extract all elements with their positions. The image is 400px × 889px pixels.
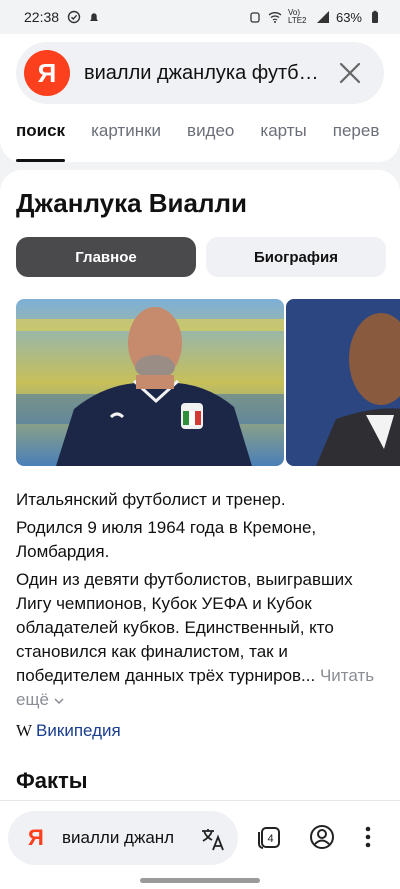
tab-count: 4 — [267, 833, 273, 845]
tabs-icon[interactable]: 4 — [256, 823, 284, 851]
search-box[interactable]: Я виалли джанлука футбо... — [16, 42, 384, 104]
entity-photo-2[interactable] — [286, 299, 400, 466]
yandex-logo-small[interactable]: Я — [28, 825, 44, 851]
search-header: Я виалли джанлука футбо... поиск картинк… — [0, 34, 400, 162]
wikipedia-icon: W — [16, 721, 33, 740]
yandex-logo[interactable]: Я — [24, 50, 70, 96]
bottom-toolbar: Я виалли джанл 4 — [0, 800, 400, 889]
entity-description: Итальянский футболист и тренер. Родился … — [16, 488, 380, 716]
notification-icon — [90, 13, 99, 21]
facts-heading: Факты — [16, 768, 88, 793]
battery-icon — [372, 10, 378, 23]
alarm-icon — [250, 12, 260, 23]
profile-icon[interactable] — [308, 823, 336, 851]
pill-biography[interactable]: Биография — [206, 237, 386, 277]
tab-video[interactable]: видео — [187, 116, 234, 162]
signal-icon — [316, 11, 329, 23]
pill-main[interactable]: Главное — [16, 237, 196, 277]
entity-pills: Главное Биография — [16, 237, 386, 277]
battery-percent: 63% — [335, 9, 362, 25]
tab-translate[interactable]: перев — [333, 116, 380, 162]
bottom-search-query[interactable]: виалли джанл — [62, 828, 182, 848]
tab-images[interactable]: картинки — [91, 116, 161, 162]
home-indicator[interactable] — [140, 878, 260, 883]
tab-search[interactable]: поиск — [16, 116, 66, 162]
description-line: Один из девяти футболистов, выигравших Л… — [16, 570, 375, 709]
more-menu-icon[interactable] — [358, 823, 378, 851]
search-query[interactable]: виалли джанлука футбо... — [84, 62, 324, 85]
status-bar: 22:38 Vo) LTE2 63% — [0, 0, 400, 34]
photo-carousel[interactable] — [16, 299, 400, 466]
status-time: 22:38 — [24, 9, 60, 25]
wifi-icon — [268, 12, 282, 23]
entity-title: Джанлука Виалли — [16, 188, 248, 218]
tab-maps[interactable]: карты — [260, 116, 306, 162]
check-circle-icon — [67, 10, 81, 24]
wikipedia-link[interactable]: W Википедия — [16, 721, 121, 741]
translate-icon[interactable] — [200, 826, 226, 852]
entity-card: Джанлука Виалли Главное Биография Италья… — [0, 170, 400, 800]
network-label: Vo) LTE2 — [287, 8, 307, 25]
search-tabs: поиск картинки видео карты перев — [0, 116, 400, 162]
bottom-search-box[interactable]: Я виалли джанл — [8, 811, 238, 865]
description-line: Родился 9 июля 1964 года в Кремоне, Ломб… — [16, 518, 317, 561]
entity-photo[interactable] — [16, 299, 284, 466]
chevron-down-icon[interactable] — [54, 697, 64, 705]
description-line: Итальянский футболист и тренер. — [16, 490, 286, 509]
wikipedia-label[interactable]: Википедия — [36, 721, 121, 741]
close-icon[interactable] — [336, 59, 364, 87]
